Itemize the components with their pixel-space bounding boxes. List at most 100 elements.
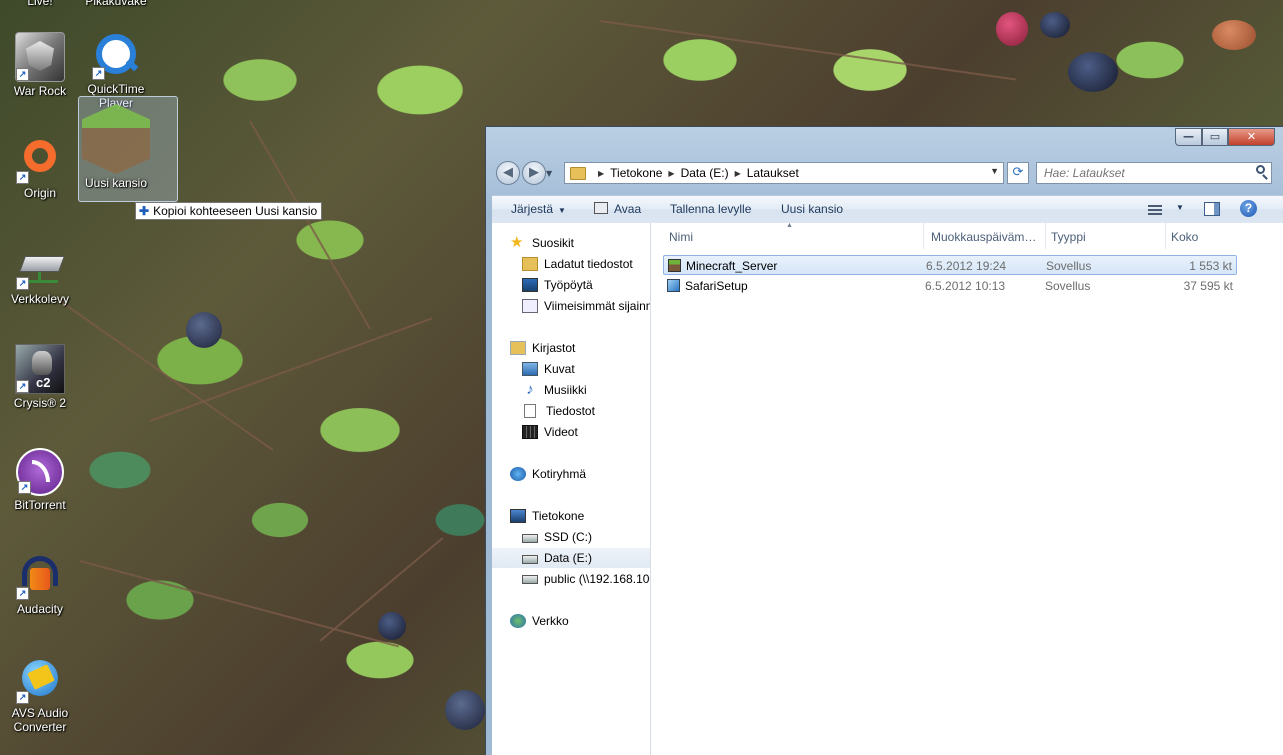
command-bar: Järjestä ▼ Avaa Tallenna levylle Uusi kan… xyxy=(492,195,1283,224)
nav-item-recent[interactable]: Viimeisimmät sijainnit xyxy=(522,296,651,316)
nav-label: Tietokone xyxy=(532,509,585,523)
chevron-right-icon[interactable]: ▶ xyxy=(668,169,674,178)
war-rock-icon: ↗ xyxy=(15,32,65,82)
network-drive-icon xyxy=(522,574,538,584)
nav-label: Verkko xyxy=(532,614,569,628)
nav-item-pictures[interactable]: Kuvat xyxy=(522,359,575,379)
column-size[interactable]: Koko xyxy=(1171,230,1198,244)
chevron-down-icon[interactable]: ▼ xyxy=(1176,203,1184,212)
search-icon[interactable] xyxy=(1256,165,1265,174)
audacity-icon: ↗ xyxy=(16,552,64,600)
desktop-icon-label: AVS Audio Converter xyxy=(11,706,69,734)
column-type[interactable]: Tyyppi xyxy=(1051,230,1086,244)
shortcut-arrow-icon: ↗ xyxy=(16,277,29,290)
column-name[interactable]: Nimi xyxy=(669,230,693,244)
minecraft-app-icon xyxy=(668,259,681,272)
burn-button[interactable]: Tallenna levylle xyxy=(670,202,751,216)
breadcrumb-item[interactable]: Lataukset xyxy=(747,166,799,180)
nav-libraries[interactable]: Kirjastot xyxy=(510,338,575,358)
nav-network[interactable]: Verkko xyxy=(510,611,569,631)
nav-item-videos[interactable]: Videot xyxy=(522,422,578,442)
desktop-icon-label: War Rock xyxy=(13,84,67,98)
close-button[interactable]: ✕ xyxy=(1228,128,1275,146)
nav-item-data-e[interactable]: Data (E:) xyxy=(492,548,650,568)
shortcut-arrow-icon: ↗ xyxy=(16,691,29,704)
computer-icon xyxy=(510,509,526,523)
desktop-icon-bittorrent[interactable]: ↗ BitTorrent xyxy=(0,448,80,512)
desktop-icon-war-rock[interactable]: ↗ War Rock xyxy=(0,32,80,98)
breadcrumb-item[interactable]: Data (E:) xyxy=(681,166,729,180)
file-name: Minecraft_Server xyxy=(686,259,778,273)
new-folder-button[interactable]: Uusi kansio xyxy=(781,202,843,216)
desktop-icon-label: BitTorrent xyxy=(14,498,66,512)
desktop-icon-live[interactable]: Live! xyxy=(0,0,80,8)
nav-label: Ladatut tiedostot xyxy=(544,257,633,271)
homegroup-icon xyxy=(510,467,526,481)
breadcrumb-item[interactable]: Tietokone xyxy=(610,166,662,180)
column-modified[interactable]: Muokkauspäivämäärä xyxy=(931,230,1043,244)
nav-item-downloads[interactable]: Ladatut tiedostot xyxy=(522,254,633,274)
minimize-button[interactable]: — xyxy=(1175,128,1202,146)
desktop-icon xyxy=(522,278,538,292)
file-modified: 6.5.2012 10:13 xyxy=(925,279,1006,293)
view-options-icon[interactable] xyxy=(1148,203,1162,215)
nav-label: Kotiryhmä xyxy=(532,467,587,481)
nav-label: Kuvat xyxy=(544,362,575,376)
drag-copy-tooltip: ✚ Kopioi kohteeseen Uusi kansio xyxy=(135,202,323,220)
search-input[interactable] xyxy=(1036,162,1272,184)
star-icon: ★ xyxy=(510,234,524,251)
maximize-button[interactable]: ▭ xyxy=(1202,128,1228,146)
nav-item-desktop[interactable]: Työpöytä xyxy=(522,275,593,295)
forward-button[interactable]: ▶ xyxy=(522,161,546,185)
address-bar[interactable]: ▶ Tietokone ▶ Data (E:) ▶ Lataukset ▼ xyxy=(564,162,1004,184)
nav-label: Musiikki xyxy=(544,383,587,397)
network-drive-icon: ↗ xyxy=(16,242,65,290)
open-icon xyxy=(594,202,608,214)
file-row[interactable]: Minecraft_Server 6.5.2012 19:24 Sovellus… xyxy=(663,255,1237,275)
desktop-icon-uusi-kansio[interactable]: Uusi kansio xyxy=(76,104,156,190)
file-row[interactable]: SafariSetup 6.5.2012 10:13 Sovellus 37 5… xyxy=(663,276,1237,296)
desktop-icon-shortcut[interactable]: Pikakuvake xyxy=(76,0,156,8)
desktop-icon-label: Pikakuvake xyxy=(85,0,147,8)
organize-button[interactable]: Järjestä ▼ xyxy=(511,202,566,216)
quicktime-icon: ↗ xyxy=(92,32,140,80)
nav-label: Videot xyxy=(544,425,578,439)
refresh-button[interactable]: ⟳ xyxy=(1007,162,1029,184)
title-bar[interactable]: — ▭ ✕ xyxy=(486,127,1283,159)
preview-pane-icon[interactable] xyxy=(1204,202,1220,216)
nav-computer[interactable]: Tietokone xyxy=(510,506,584,526)
minecraft-folder-icon xyxy=(82,104,150,174)
nav-label: public (\\192.168.100 xyxy=(544,572,651,586)
nav-item-documents[interactable]: Tiedostot xyxy=(522,401,595,421)
nav-item-public-network[interactable]: public (\\192.168.100 xyxy=(522,569,651,589)
back-button[interactable]: ◀ xyxy=(496,161,520,185)
desktop-icon-audacity[interactable]: ↗ Audacity xyxy=(0,552,80,616)
chevron-down-icon[interactable]: ▼ xyxy=(990,166,999,176)
drive-icon xyxy=(522,555,538,564)
crysis-icon: c2 ↗ xyxy=(15,344,65,394)
nav-homegroup[interactable]: Kotiryhmä xyxy=(510,464,586,484)
open-button[interactable]: Avaa xyxy=(594,202,641,216)
organize-label: Järjestä xyxy=(511,202,554,216)
shortcut-arrow-icon: ↗ xyxy=(92,67,105,80)
desktop-icon-crysis[interactable]: c2 ↗ Crysis® 2 xyxy=(0,344,80,410)
desktop-icon-verkkolevy[interactable]: ↗ Verkkolevy xyxy=(0,242,80,306)
file-type: Sovellus xyxy=(1045,279,1091,293)
nav-item-ssd-c[interactable]: SSD (C:) xyxy=(522,527,592,547)
column-header: ▲ Nimi Muokkauspäivämäärä Tyyppi Koko xyxy=(651,222,1283,249)
drag-tooltip-text: Kopioi kohteeseen Uusi kansio xyxy=(153,204,318,218)
desktop-icon-avs-audio-converter[interactable]: ↗ AVS Audio Converter xyxy=(0,656,80,734)
nav-label: Data (E:) xyxy=(544,551,593,565)
installer-icon xyxy=(667,279,680,292)
desktop-icon-origin[interactable]: ↗ Origin xyxy=(0,136,80,200)
nav-favorites[interactable]: ★ Suosikit xyxy=(510,233,574,253)
chevron-right-icon[interactable]: ▶ xyxy=(598,169,604,178)
help-icon[interactable]: ? xyxy=(1240,200,1257,217)
file-list: ▲ Nimi Muokkauspäivämäärä Tyyppi Koko Mi… xyxy=(651,222,1283,755)
chevron-right-icon[interactable]: ▶ xyxy=(735,169,741,178)
history-dropdown-icon[interactable]: ▼ xyxy=(546,169,552,178)
drive-icon xyxy=(522,534,538,543)
nav-item-music[interactable]: ♪ Musiikki xyxy=(522,380,587,400)
file-modified: 6.5.2012 19:24 xyxy=(926,259,1007,273)
nav-label: Viimeisimmät sijainnit xyxy=(544,299,651,313)
